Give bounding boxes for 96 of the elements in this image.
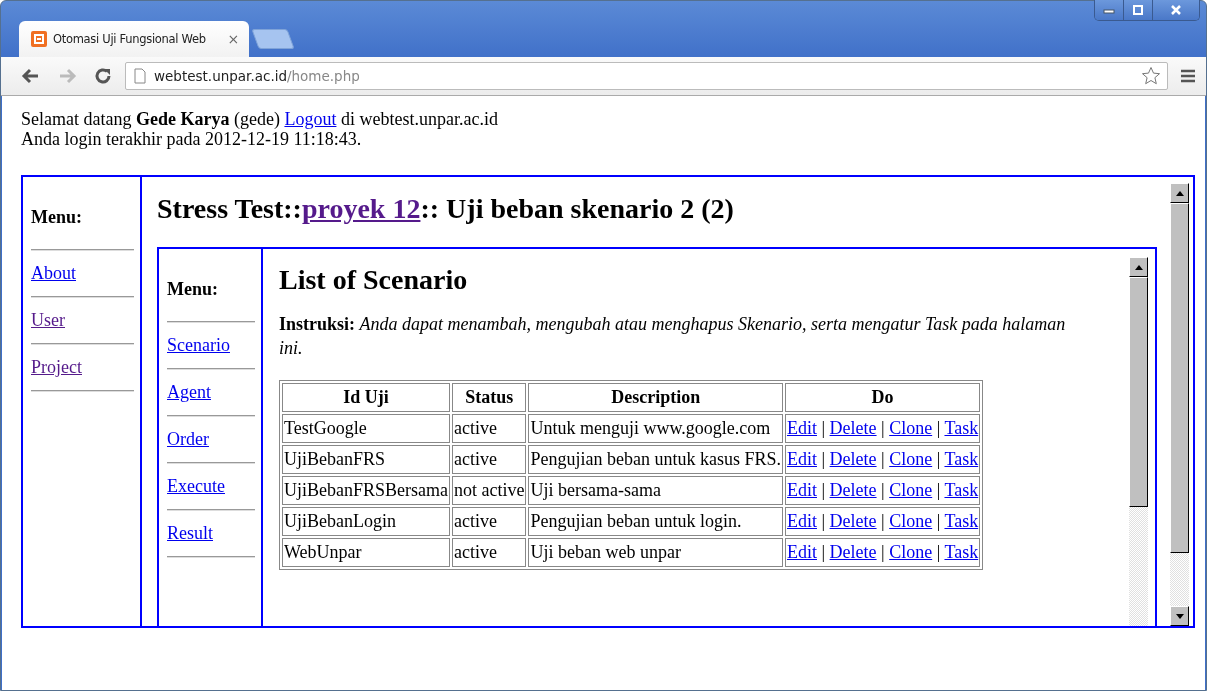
close-tab-button[interactable]: × — [227, 31, 239, 47]
scroll-down-button[interactable] — [1170, 606, 1189, 626]
reload-icon[interactable] — [93, 66, 113, 86]
separator-text: | — [821, 480, 826, 500]
breadcrumb-link[interactable]: proyek 12 — [301, 193, 421, 224]
table-cell: Uji beban web unpar — [528, 538, 783, 567]
action-link[interactable]: Clone — [889, 449, 933, 469]
separator-text: | — [936, 542, 941, 562]
section-heading: List of Scenario — [279, 264, 469, 296]
menu-link[interactable]: Agent — [167, 382, 211, 402]
table-cell: WebUnpar — [282, 538, 450, 567]
action-link[interactable]: Delete — [829, 418, 877, 438]
separator-text: | — [821, 542, 826, 562]
browser-tab[interactable]: Otomasi Uji Fungsional Web × — [19, 21, 249, 57]
table-cell: active — [452, 414, 527, 443]
action-link[interactable]: Edit — [787, 418, 817, 438]
welcome-text: Selamat datang Gede Karya (gede) — [21, 109, 280, 129]
page-icon — [134, 68, 146, 84]
action-link[interactable]: Delete — [829, 511, 877, 531]
action-link[interactable]: Task — [944, 449, 979, 469]
action-link[interactable]: Delete — [829, 449, 877, 469]
action-link[interactable]: Delete — [829, 542, 877, 562]
site-text: di webtest.unpar.ac.id — [340, 109, 498, 129]
scrollbar-thumb[interactable] — [1129, 277, 1148, 507]
page-title: :: Uji beban skenario 2 (2) — [420, 193, 734, 224]
table-cell: Pengujian beban untuk login. — [528, 507, 783, 536]
separator-text: | — [936, 418, 941, 438]
last-login-text: Anda login terakhir pada 2012-12-19 11:18:43. — [21, 129, 363, 149]
column-header: Status — [452, 383, 527, 412]
up-arrow-icon[interactable] — [1134, 264, 1143, 270]
up-arrow-icon[interactable] — [1175, 190, 1184, 196]
action-link[interactable]: Delete — [829, 480, 877, 500]
column-header: Description — [528, 383, 783, 412]
table-cell: Untuk menguji www.google.com — [528, 414, 783, 443]
back-icon[interactable] — [21, 66, 41, 86]
separator-text: | — [821, 449, 826, 469]
table-cell: Pengujian beban untuk kasus FRS. — [528, 445, 783, 474]
action-link[interactable]: Edit — [787, 511, 817, 531]
menu-link[interactable]: Project — [31, 357, 82, 377]
table-cell: UjiBebanFRS — [282, 445, 450, 474]
separator-text: | — [881, 542, 885, 562]
down-arrow-icon[interactable] — [1175, 613, 1184, 619]
separator-text: | — [821, 511, 826, 531]
scroll-up-button[interactable] — [1129, 257, 1148, 277]
separator-text: | — [936, 480, 941, 500]
address-field[interactable]: webtest.unpar.ac.id/home.php — [125, 62, 1168, 90]
app-logo-icon — [31, 31, 47, 47]
logout-link[interactable]: Logout — [284, 109, 337, 129]
menu-link[interactable]: Order — [167, 429, 209, 449]
table-cell: active — [452, 507, 527, 536]
action-link[interactable]: Task — [944, 542, 979, 562]
separator-text: | — [881, 449, 885, 469]
action-link[interactable]: Clone — [889, 542, 933, 562]
action-link[interactable]: Edit — [787, 449, 817, 469]
separator-text: | — [881, 480, 885, 500]
instruction-text: Instruksi: Anda dapat menambah, mengubah atau menghapus Skenario, serta mengatur Task pada halaman ini. — [279, 313, 1067, 360]
close-icon — [1169, 5, 1183, 15]
table-cell: Uji bersama-sama — [528, 476, 783, 505]
action-link[interactable]: Edit — [787, 542, 817, 562]
table-cell: not active — [452, 476, 527, 505]
table-cell: active — [452, 445, 527, 474]
menu-link[interactable]: Execute — [167, 476, 225, 496]
column-header: Id Uji — [282, 383, 450, 412]
separator-text: | — [881, 511, 885, 531]
scrollbar-thumb[interactable] — [1170, 203, 1189, 553]
menu-link[interactable]: User — [31, 310, 65, 330]
separator-text: | — [936, 511, 941, 531]
action-link[interactable]: Task — [944, 511, 979, 531]
action-link[interactable]: Edit — [787, 480, 817, 500]
star-icon[interactable] — [1141, 66, 1161, 86]
separator-text: | — [881, 418, 885, 438]
table-cell: active — [452, 538, 527, 567]
column-header: Do — [785, 383, 981, 412]
menu-icon[interactable] — [1180, 69, 1196, 83]
action-link[interactable]: Clone — [889, 511, 933, 531]
new-tab-button[interactable] — [251, 29, 295, 49]
menu-title: Menu: — [31, 207, 83, 227]
action-link[interactable]: Task — [944, 418, 979, 438]
menu-link[interactable]: Result — [167, 523, 213, 543]
maximize-icon — [1131, 5, 1145, 15]
table-cell: UjiBebanLogin — [282, 507, 450, 536]
separator-text: | — [936, 449, 941, 469]
page-title: Stress Test:: — [157, 193, 302, 224]
action-link[interactable]: Task — [944, 480, 979, 500]
separator-text: | — [821, 418, 826, 438]
menu-link[interactable]: About — [31, 263, 76, 283]
menu-link[interactable]: Scenario — [167, 335, 230, 355]
tab-title: Otomasi Uji Fungsional Web — [53, 32, 207, 46]
maximize-button[interactable] — [1123, 0, 1152, 20]
table-cell: UjiBebanFRSBersama — [282, 476, 450, 505]
table-cell: TestGoogle — [282, 414, 450, 443]
scroll-up-button[interactable] — [1170, 183, 1189, 203]
action-link[interactable]: Clone — [889, 480, 933, 500]
menu-title: Menu: — [167, 279, 219, 299]
close-button[interactable] — [1152, 0, 1199, 20]
action-link[interactable]: Clone — [889, 418, 933, 438]
